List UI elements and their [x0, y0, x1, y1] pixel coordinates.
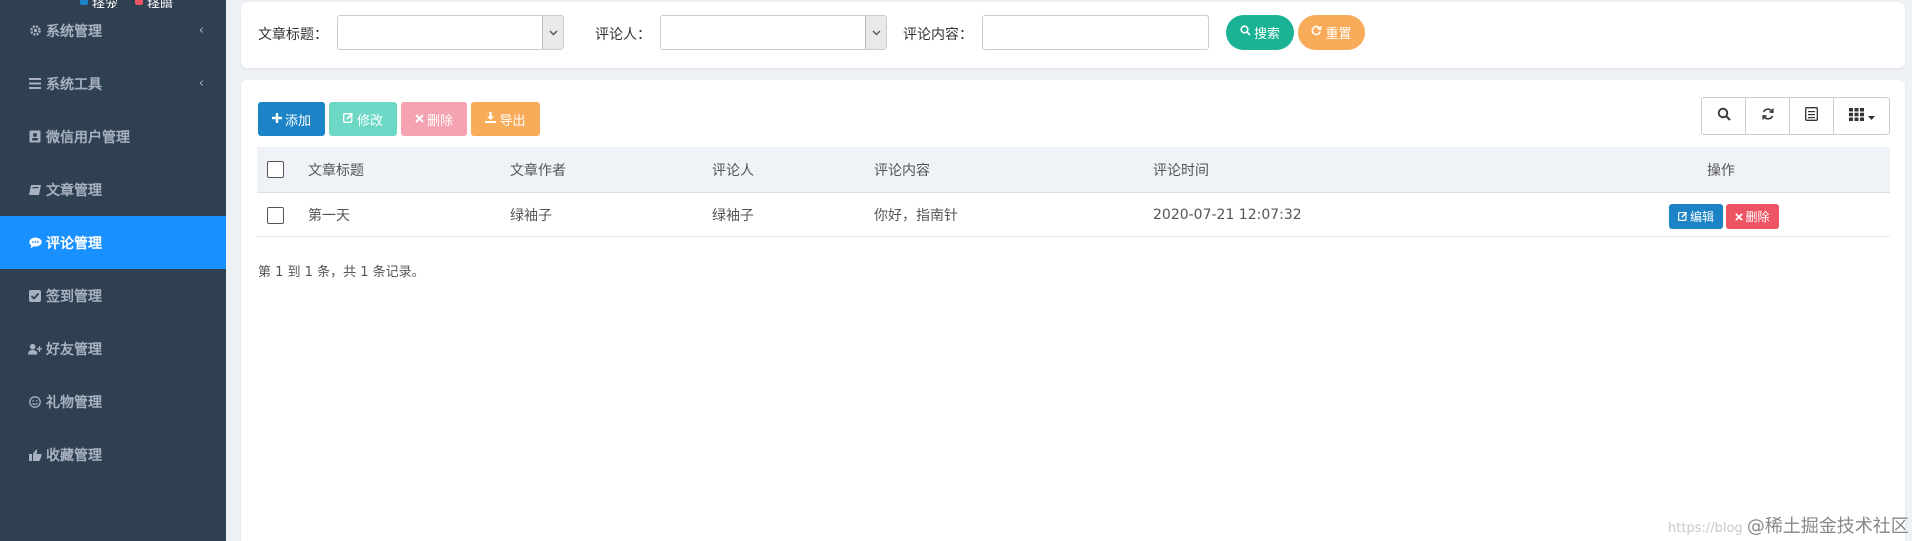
sidebar-item-label: 系统管理 [46, 23, 102, 40]
cell-comment-content: 你好，指南针 [874, 208, 958, 224]
cell-comment-time: 2020-07-21 12:07:32 [1153, 207, 1302, 223]
row-delete-label: 删除 [1745, 210, 1770, 224]
cell-article-author: 绿袖子 [510, 208, 552, 224]
sidebar-item-tools[interactable]: 系统工具 ‹ [0, 57, 226, 110]
sidebar-item-favorites[interactable]: 收藏管理 [0, 428, 226, 481]
chevron-down-icon [865, 16, 886, 49]
row-checkbox[interactable] [267, 194, 284, 236]
main-panel: 添加 修改 删除 导出 文章标题 文章作者 评论人 评论内容 评论时间 操作 第… [241, 80, 1905, 541]
header-article-author[interactable]: 文章作者 [510, 147, 566, 192]
close-icon [415, 112, 424, 127]
reset-button[interactable]: 重置 [1298, 15, 1365, 50]
edit-icon [1678, 210, 1688, 224]
watermark: https://blog @稀土掘金技术社区 [1668, 512, 1909, 538]
checkbox-box[interactable] [267, 206, 284, 224]
refresh-icon [1761, 107, 1775, 125]
search-button[interactable]: 搜索 [1226, 15, 1294, 50]
header-comment-time[interactable]: 评论时间 [1153, 147, 1209, 192]
comment-content-label: 评论内容： [903, 27, 973, 43]
user-card-icon [28, 130, 42, 144]
sidebar-item-friends[interactable]: 好友管理 [0, 322, 226, 375]
check-square-icon [28, 289, 42, 303]
plus-icon [271, 112, 282, 127]
user-plus-icon [28, 342, 42, 356]
watermark-brand: @稀土掘金技术社区 [1746, 516, 1909, 537]
sidebar-item-label: 签到管理 [46, 288, 102, 305]
sidebar-item-label: 系统工具 [46, 76, 102, 93]
delete-button[interactable]: 删除 [401, 102, 467, 136]
watermark-url: https://blog [1668, 521, 1743, 536]
cell-article-title: 第一天 [308, 208, 350, 224]
sidebar-item-label: 礼物管理 [46, 394, 102, 411]
table-refresh-button[interactable] [1746, 98, 1790, 134]
comment-content-input[interactable] [982, 15, 1209, 50]
sidebar-item-label: 收藏管理 [46, 447, 102, 464]
table-columns-button[interactable] [1834, 98, 1889, 134]
sidebar-item-label: 好友管理 [46, 341, 102, 358]
checkbox-box[interactable] [267, 161, 284, 178]
header-article-title[interactable]: 文章标题 [308, 147, 364, 192]
book-icon [28, 183, 42, 197]
gear-icon [28, 24, 42, 38]
select-all-checkbox[interactable] [267, 147, 284, 192]
search-button-label: 搜索 [1253, 27, 1280, 42]
header-actions: 操作 [1707, 162, 1735, 179]
caret-down-icon [1867, 108, 1875, 124]
sidebar: 择宠 择暗 系统管理 ‹ 系统工具 ‹ 微信用户管理 文章管理 评论管理 签到管… [0, 0, 226, 541]
search-icon [1717, 107, 1731, 125]
commenter-select[interactable] [660, 15, 887, 50]
delete-button-label: 删除 [426, 113, 453, 129]
sidebar-item-label: 评论管理 [46, 235, 102, 252]
export-button-label: 导出 [499, 113, 526, 129]
list-view-icon [1805, 107, 1818, 125]
close-icon [1735, 210, 1744, 224]
table-toggle-view-button[interactable] [1790, 98, 1834, 134]
download-icon [485, 111, 497, 127]
commenter-label: 评论人： [595, 27, 651, 43]
table-row: 第一天 绿袖子 绿袖子 你好，指南针 2020-07-21 12:07:32 编… [257, 194, 1890, 237]
article-title-select[interactable] [337, 15, 564, 50]
article-title-label: 文章标题： [258, 27, 328, 43]
sidebar-item-label: 文章管理 [46, 182, 102, 199]
refresh-icon [1311, 25, 1322, 40]
chevron-left-icon: ‹ [198, 23, 204, 38]
add-button-label: 添加 [284, 113, 311, 129]
sidebar-item-wechat-users[interactable]: 微信用户管理 [0, 110, 226, 163]
export-button[interactable]: 导出 [471, 102, 540, 136]
table-tools [1701, 97, 1890, 135]
edit-button-label: 修改 [356, 113, 383, 129]
search-panel: 文章标题： 评论人： 评论内容： 搜索 重置 [241, 2, 1905, 68]
header-comment-content[interactable]: 评论内容 [874, 147, 930, 192]
reset-button-label: 重置 [1325, 27, 1352, 42]
table-search-button[interactable] [1702, 98, 1746, 134]
sidebar-item-label: 微信用户管理 [46, 129, 130, 146]
thumbs-up-icon [28, 448, 42, 462]
smile-icon [28, 395, 42, 409]
comment-icon [28, 236, 42, 250]
chevron-down-icon [542, 16, 563, 49]
sidebar-item-gifts[interactable]: 礼物管理 [0, 375, 226, 428]
search-icon [1240, 25, 1251, 40]
row-edit-button[interactable]: 编辑 [1669, 204, 1723, 229]
add-button[interactable]: 添加 [258, 102, 325, 136]
sidebar-item-checkin[interactable]: 签到管理 [0, 269, 226, 322]
pagination-summary: 第 1 到 1 条，共 1 条记录。 [258, 265, 425, 280]
sidebar-item-system[interactable]: 系统管理 ‹ [0, 4, 226, 57]
header-commenter[interactable]: 评论人 [712, 147, 754, 192]
chevron-left-icon: ‹ [198, 76, 204, 91]
table-header: 文章标题 文章作者 评论人 评论内容 评论时间 操作 [257, 147, 1890, 193]
bars-icon [28, 77, 42, 91]
cell-commenter: 绿袖子 [712, 208, 754, 224]
row-delete-button[interactable]: 删除 [1726, 204, 1779, 229]
sidebar-item-comments[interactable]: 评论管理 [0, 216, 226, 269]
row-edit-label: 编辑 [1689, 210, 1714, 224]
edit-icon [343, 112, 354, 127]
edit-button[interactable]: 修改 [329, 102, 397, 136]
grid-icon [1848, 107, 1864, 125]
sidebar-item-articles[interactable]: 文章管理 [0, 163, 226, 216]
